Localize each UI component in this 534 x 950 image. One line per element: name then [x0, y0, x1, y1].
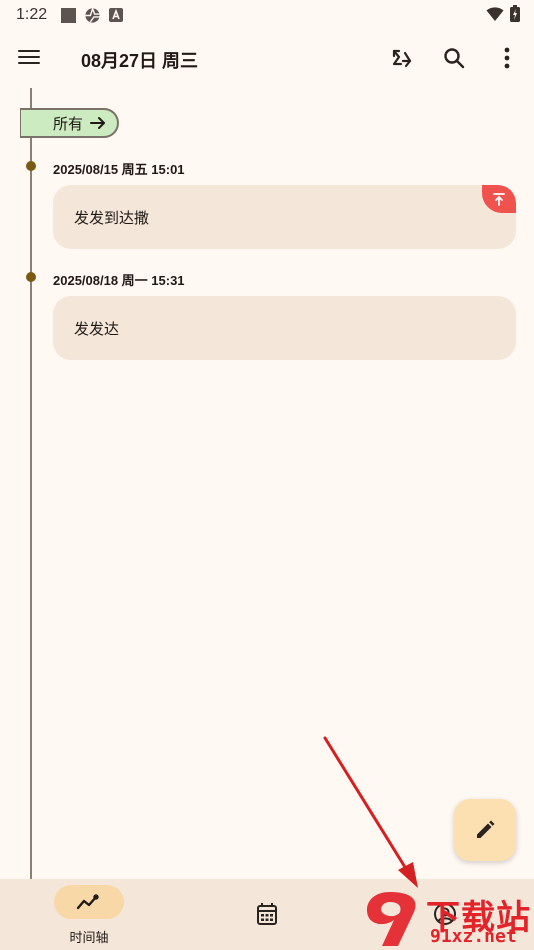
- search-icon: [444, 48, 465, 69]
- watermark-nine-icon: [366, 892, 416, 946]
- wifi-icon: [486, 6, 504, 26]
- entry-date: 2025/08/18 周一 15:31: [53, 273, 185, 288]
- nav-item-timeline[interactable]: 时间轴: [0, 879, 178, 950]
- status-bar: 1:22: [0, 0, 534, 30]
- nav-label: 时间轴: [69, 931, 109, 946]
- filter-chip[interactable]: 所有: [20, 108, 119, 138]
- new-entry-fab[interactable]: [454, 799, 516, 861]
- watermark-logo: 下载站 91xz.net: [360, 888, 534, 950]
- edit-icon: [477, 820, 495, 838]
- sync-button[interactable]: [388, 44, 416, 72]
- menu-icon: [18, 49, 40, 52]
- pin-badge[interactable]: [482, 185, 516, 213]
- app-bar: 08月27日 周三: [0, 30, 534, 86]
- timeline-dot: [26, 272, 36, 282]
- text-a-icon: [109, 8, 124, 22]
- menu-button[interactable]: [18, 46, 44, 70]
- watermark-text-url: 91xz.net: [430, 926, 517, 947]
- pin-top-icon: [493, 193, 505, 206]
- entry-date: 2025/08/15 周五 15:01: [53, 162, 185, 177]
- entry-card[interactable]: 发发达: [53, 296, 516, 360]
- more-vert-icon: [504, 47, 510, 69]
- more-options-button[interactable]: [493, 44, 521, 72]
- entry-text: 发发到达撒: [74, 208, 150, 227]
- arrow-right-icon: [89, 114, 107, 136]
- entry-card[interactable]: 发发到达撒: [53, 185, 516, 249]
- aperture-icon: [84, 7, 101, 24]
- battery-charging-icon: [510, 5, 520, 26]
- timeline-line: [30, 88, 32, 880]
- status-time: 1:22: [16, 6, 48, 23]
- page-title: 08月27日 周三: [81, 51, 199, 71]
- sync-icon: [392, 49, 412, 68]
- search-button[interactable]: [440, 44, 468, 72]
- entry-text: 发发达: [74, 319, 120, 338]
- timeline-dot: [26, 161, 36, 171]
- nav-item-calendar[interactable]: [178, 879, 356, 950]
- timeline-icon: [76, 894, 99, 910]
- nav-indicator: [54, 885, 124, 919]
- square-notification-icon: [61, 7, 77, 23]
- filter-chip-label: 所有: [53, 114, 84, 133]
- calendar-icon: [257, 903, 277, 925]
- annotation-arrow: [323, 736, 418, 888]
